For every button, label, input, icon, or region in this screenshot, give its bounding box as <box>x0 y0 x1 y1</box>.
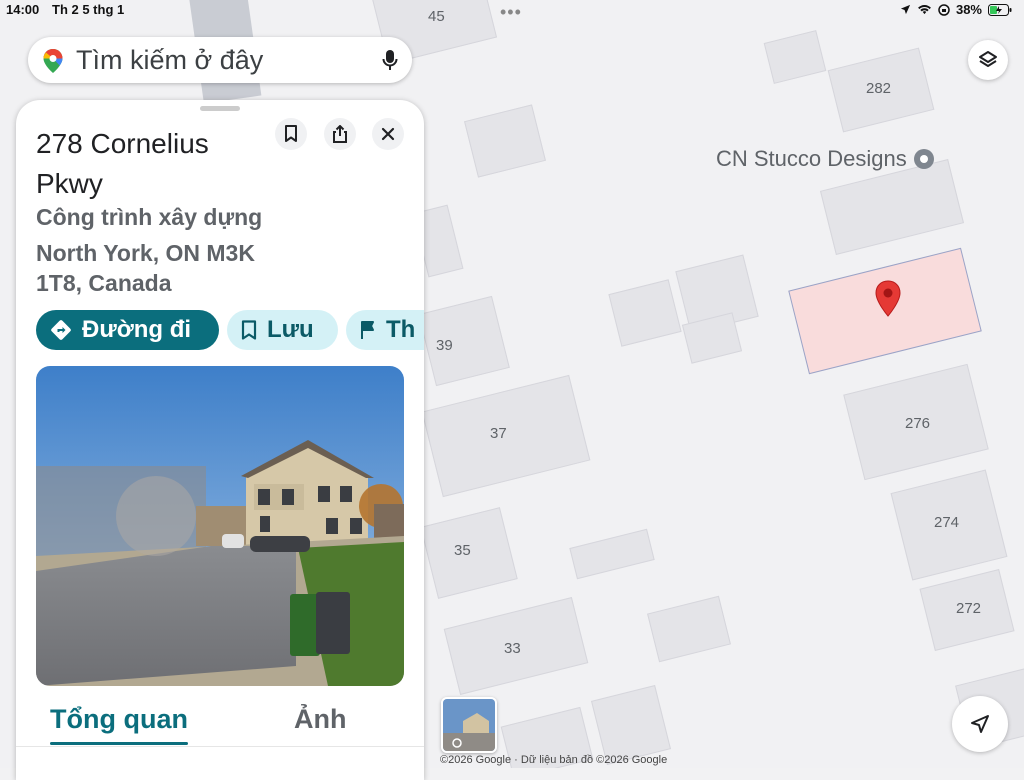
flag-icon <box>361 321 374 339</box>
tab-overview[interactable]: Tổng quan <box>50 704 188 735</box>
share-label: Th <box>386 316 416 343</box>
house-number: 274 <box>934 514 960 531</box>
place-address: North York, ON M3K 1T8, Canada <box>36 240 255 296</box>
battery-percent: 38% <box>955 2 982 17</box>
my-location-button[interactable] <box>952 696 1008 752</box>
house-number: 35 <box>454 542 471 559</box>
lock-rotation-icon <box>938 3 950 16</box>
house-number: 282 <box>866 80 892 97</box>
close-button[interactable] <box>372 118 404 150</box>
search-input[interactable]: Tìm kiếm ở đây <box>76 45 263 76</box>
poi-label: CN Stucco Designs <box>716 146 907 171</box>
multitasking-dots-icon[interactable]: ••• <box>500 2 522 23</box>
street-view-thumbnail[interactable] <box>441 697 497 753</box>
share-icon-button[interactable] <box>324 118 356 150</box>
house-number: 272 <box>956 600 982 617</box>
directions-icon <box>51 320 71 340</box>
save-button[interactable]: Lưu <box>227 310 338 350</box>
place-title: 278 Cornelius Pkwy <box>36 128 209 199</box>
building <box>569 528 655 580</box>
status-indicators: 38% <box>900 2 1012 17</box>
directions-label: Đường đi <box>82 316 192 343</box>
building <box>590 684 672 766</box>
layers-icon <box>979 51 997 67</box>
status-time: 14:00 <box>6 2 40 17</box>
building <box>418 295 510 387</box>
street-view-thumbnail-image <box>443 699 495 751</box>
house-number: 37 <box>490 425 507 442</box>
google-maps-pin-icon <box>43 49 63 73</box>
location-arrow-icon <box>900 4 911 15</box>
building <box>464 104 546 178</box>
building <box>647 595 731 663</box>
save-icon-button[interactable] <box>275 118 307 150</box>
building <box>608 279 682 347</box>
share-icon <box>333 125 347 143</box>
map-copyright: ©2026 Google · Dữ liệu bản đồ ©2026 Goog… <box>440 754 668 766</box>
tab-photos[interactable]: Ảnh <box>294 704 346 735</box>
house-photo-image <box>36 366 404 686</box>
tab-bar: Tổng quan Ảnh <box>16 700 424 747</box>
status-date: Th 2 5 thg 1 <box>52 2 125 17</box>
house-number: 33 <box>504 640 521 657</box>
search-bar[interactable]: Tìm kiếm ở đây <box>28 37 412 83</box>
active-tab-indicator <box>50 742 188 745</box>
wifi-icon <box>918 5 931 15</box>
place-category: Công trình xây dựng <box>36 204 263 230</box>
location-marker-icon[interactable] <box>874 280 902 318</box>
save-label: Lưu <box>267 316 314 343</box>
navigation-arrow-icon <box>971 715 989 733</box>
place-details-panel: 278 Cornelius Pkwy Công trình xây dựng N… <box>16 100 424 780</box>
share-button[interactable]: Th <box>346 310 424 350</box>
layers-button[interactable] <box>968 40 1008 80</box>
battery-charging-icon <box>988 3 1012 16</box>
drag-handle[interactable] <box>200 106 240 111</box>
building <box>819 159 965 255</box>
close-icon <box>381 127 395 141</box>
street-view-photo[interactable] <box>36 366 404 686</box>
bookmark-icon <box>285 125 297 142</box>
house-number: 276 <box>905 415 931 432</box>
bookmark-icon <box>241 320 257 340</box>
microphone-icon[interactable] <box>382 49 398 71</box>
poi-pin-icon <box>913 149 934 169</box>
poi-cn-stucco[interactable]: CN Stucco Designs <box>716 146 935 172</box>
building <box>763 30 827 84</box>
directions-button[interactable]: Đường đi <box>36 310 219 350</box>
house-number: 39 <box>436 337 453 354</box>
